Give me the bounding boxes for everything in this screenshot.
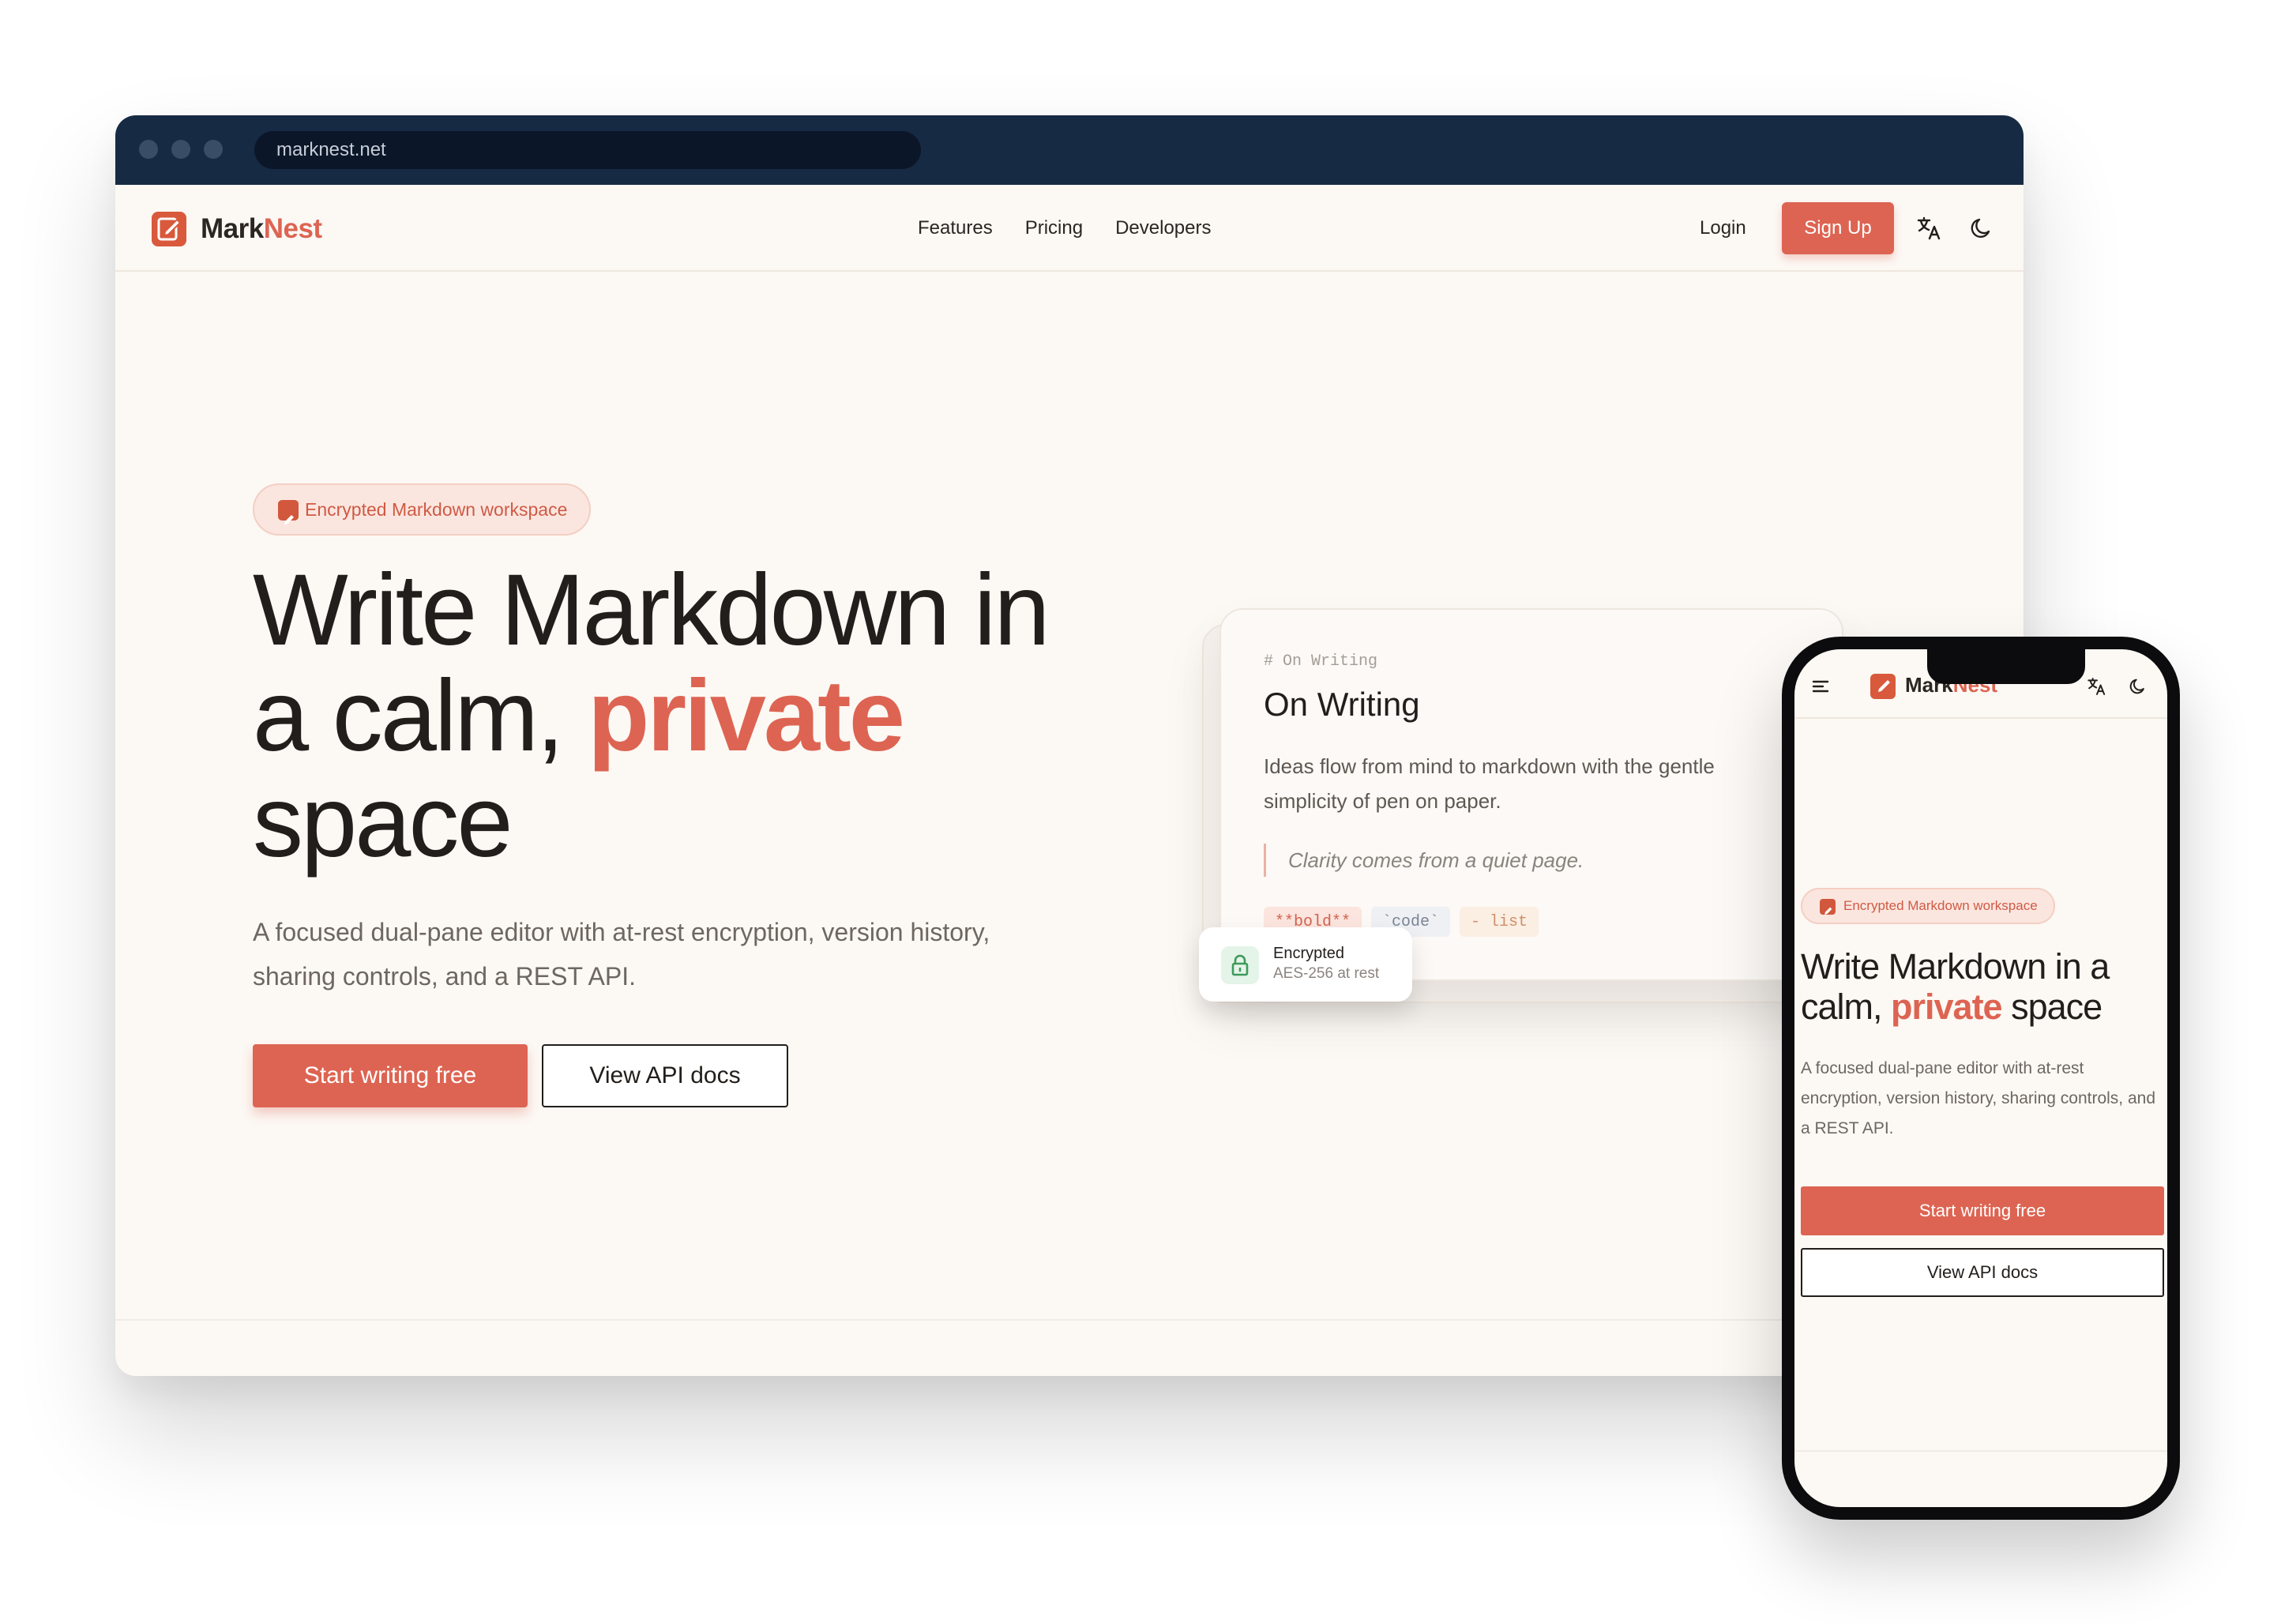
phone-section-divider [1794, 1450, 2167, 1452]
phone-hero-subtitle: A focused dual-pane editor with at-rest … [1801, 1059, 2155, 1137]
phone-headline-prefix: calm, [1801, 987, 1892, 1027]
doc-blockquote: Clarity comes from a quiet page. [1264, 844, 1584, 877]
hero-headline-prefix: a calm, [253, 660, 588, 773]
start-writing-button[interactable]: Start writing free [253, 1044, 528, 1107]
encrypted-title: Encrypted [1273, 945, 1345, 962]
logo-wordmark: MarkNest [201, 213, 322, 245]
phone-headline-suffix: space [2001, 987, 2103, 1027]
phone-view-api-docs-button[interactable]: View API docs [1801, 1248, 2164, 1297]
window-close-dot[interactable] [139, 140, 158, 159]
phone-pencil-badge-icon [1820, 899, 1836, 915]
phone-translate-icon[interactable] [2087, 676, 2107, 697]
phone-start-writing-button[interactable]: Start writing free [1801, 1186, 2164, 1235]
hero-subtitle: A focused dual-pane editor with at-rest … [253, 918, 990, 991]
site-navbar: MarkNest Features Pricing Developers Log… [115, 185, 2024, 272]
doc-title: On Writing [1264, 686, 1420, 723]
syntax-chip-list: - list [1460, 907, 1539, 937]
phone-headline-line-2: calm, private space [1801, 987, 2161, 1027]
hero-headline-accent: private [588, 660, 905, 773]
nav-link-features[interactable]: Features [918, 217, 993, 239]
window-minimize-dot[interactable] [171, 140, 190, 159]
signup-button[interactable]: Sign Up [1782, 202, 1894, 254]
phone-mockup: MarkNest Encrypted Markdown workspace Wr… [1782, 637, 2180, 1520]
phone-notch [1927, 649, 2085, 684]
phone-screen: MarkNest Encrypted Markdown workspace Wr… [1794, 649, 2167, 1507]
phone-moon-icon[interactable] [2128, 676, 2148, 697]
browser-chrome: marknest.net [115, 115, 2024, 185]
encrypted-subtitle: AES-256 at rest [1273, 965, 1380, 982]
pencil-logo-icon [152, 212, 186, 246]
phone-hero-headline: Write Markdown in a calm, private space [1801, 946, 2161, 1027]
login-link[interactable]: Login [1700, 185, 1746, 272]
window-maximize-dot[interactable] [204, 140, 223, 159]
hero-badge-label: Encrypted Markdown workspace [305, 499, 568, 520]
phone-headline-accent: private [1891, 987, 2003, 1027]
logo-wordmark-nest: Nest [263, 213, 322, 244]
section-divider [115, 1319, 2024, 1321]
nav-link-developers[interactable]: Developers [1115, 217, 1211, 239]
lock-icon [1221, 946, 1259, 984]
hero-headline-line-3: space [253, 765, 513, 878]
phone-hero-badge: Encrypted Markdown workspace [1801, 888, 2055, 924]
hero-headline-line-2: a calm, private [253, 664, 1090, 769]
hero-badge: Encrypted Markdown workspace [253, 483, 592, 536]
doc-body: Ideas flow from mind to markdown with th… [1264, 754, 1715, 813]
pencil-badge-icon [278, 500, 299, 524]
site-logo[interactable]: MarkNest [152, 212, 322, 246]
translate-icon[interactable] [1916, 215, 1943, 242]
phone-hero-badge-label: Encrypted Markdown workspace [1843, 898, 2038, 913]
view-api-docs-button[interactable]: View API docs [542, 1044, 788, 1107]
doc-preview-card: # On Writing On Writing Ideas flow from … [1219, 608, 1843, 981]
hero-headline-line-1: Write Markdown in [253, 554, 1050, 667]
moon-icon[interactable] [1968, 215, 1995, 242]
hero-headline: Write Markdown in a calm, private space [253, 558, 1090, 875]
nav-link-pricing[interactable]: Pricing [1025, 217, 1083, 239]
logo-wordmark-mark: Mark [201, 213, 264, 244]
address-bar[interactable]: marknest.net [254, 131, 921, 169]
nav-links: Features Pricing Developers [918, 185, 1211, 272]
phone-pencil-logo-icon [1870, 674, 1896, 699]
hamburger-menu-icon[interactable] [1810, 676, 1831, 697]
screenshot-stage: marknest.net MarkNest Features Pricing D… [0, 0, 2281, 1624]
phone-headline-line-1: Write Markdown in a [1801, 946, 2110, 987]
doc-markdown-heading: # On Writing [1264, 652, 1378, 671]
encrypted-toast: Encrypted AES-256 at rest [1199, 927, 1412, 1002]
